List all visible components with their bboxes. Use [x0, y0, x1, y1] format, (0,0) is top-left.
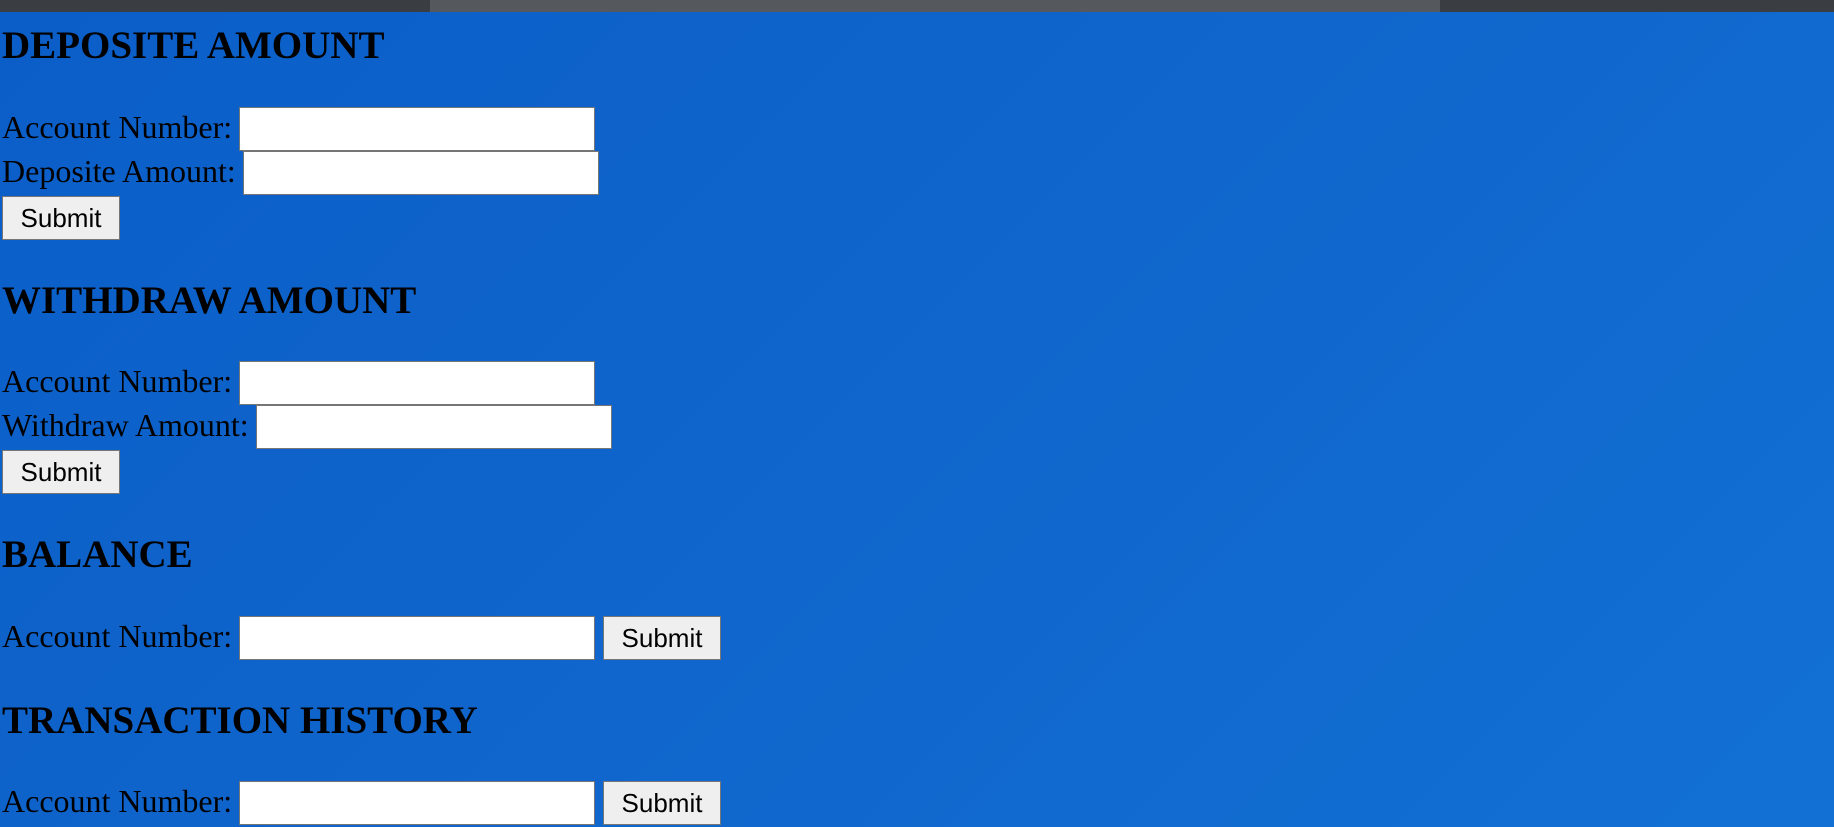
- withdraw-account-label: Account Number:: [2, 363, 233, 399]
- history-account-label: Account Number:: [2, 783, 233, 819]
- withdraw-account-input[interactable]: [239, 361, 595, 405]
- balance-account-input[interactable]: [239, 616, 595, 660]
- top-strip-shade: [430, 0, 1440, 12]
- history-account-input[interactable]: [239, 781, 595, 825]
- withdraw-amount-label: Withdraw Amount:: [2, 407, 249, 443]
- deposit-submit-button[interactable]: Submit: [2, 196, 120, 240]
- browser-top-strip: [0, 0, 1834, 12]
- balance-account-label: Account Number:: [2, 618, 233, 654]
- balance-submit-button[interactable]: Submit: [603, 616, 721, 660]
- deposit-account-input[interactable]: [239, 107, 595, 151]
- history-submit-button[interactable]: Submit: [603, 781, 721, 825]
- withdraw-amount-input[interactable]: [256, 405, 612, 449]
- deposit-amount-input[interactable]: [243, 151, 599, 195]
- withdraw-submit-button[interactable]: Submit: [2, 450, 120, 494]
- balance-heading: BALANCE: [2, 533, 193, 576]
- deposit-heading: DEPOSITE AMOUNT: [2, 24, 385, 67]
- deposit-account-label: Account Number:: [2, 109, 233, 145]
- history-heading: TRANSACTION HISTORY: [2, 699, 478, 742]
- withdraw-heading: WITHDRAW AMOUNT: [2, 279, 417, 322]
- deposit-amount-label: Deposite Amount:: [2, 153, 236, 189]
